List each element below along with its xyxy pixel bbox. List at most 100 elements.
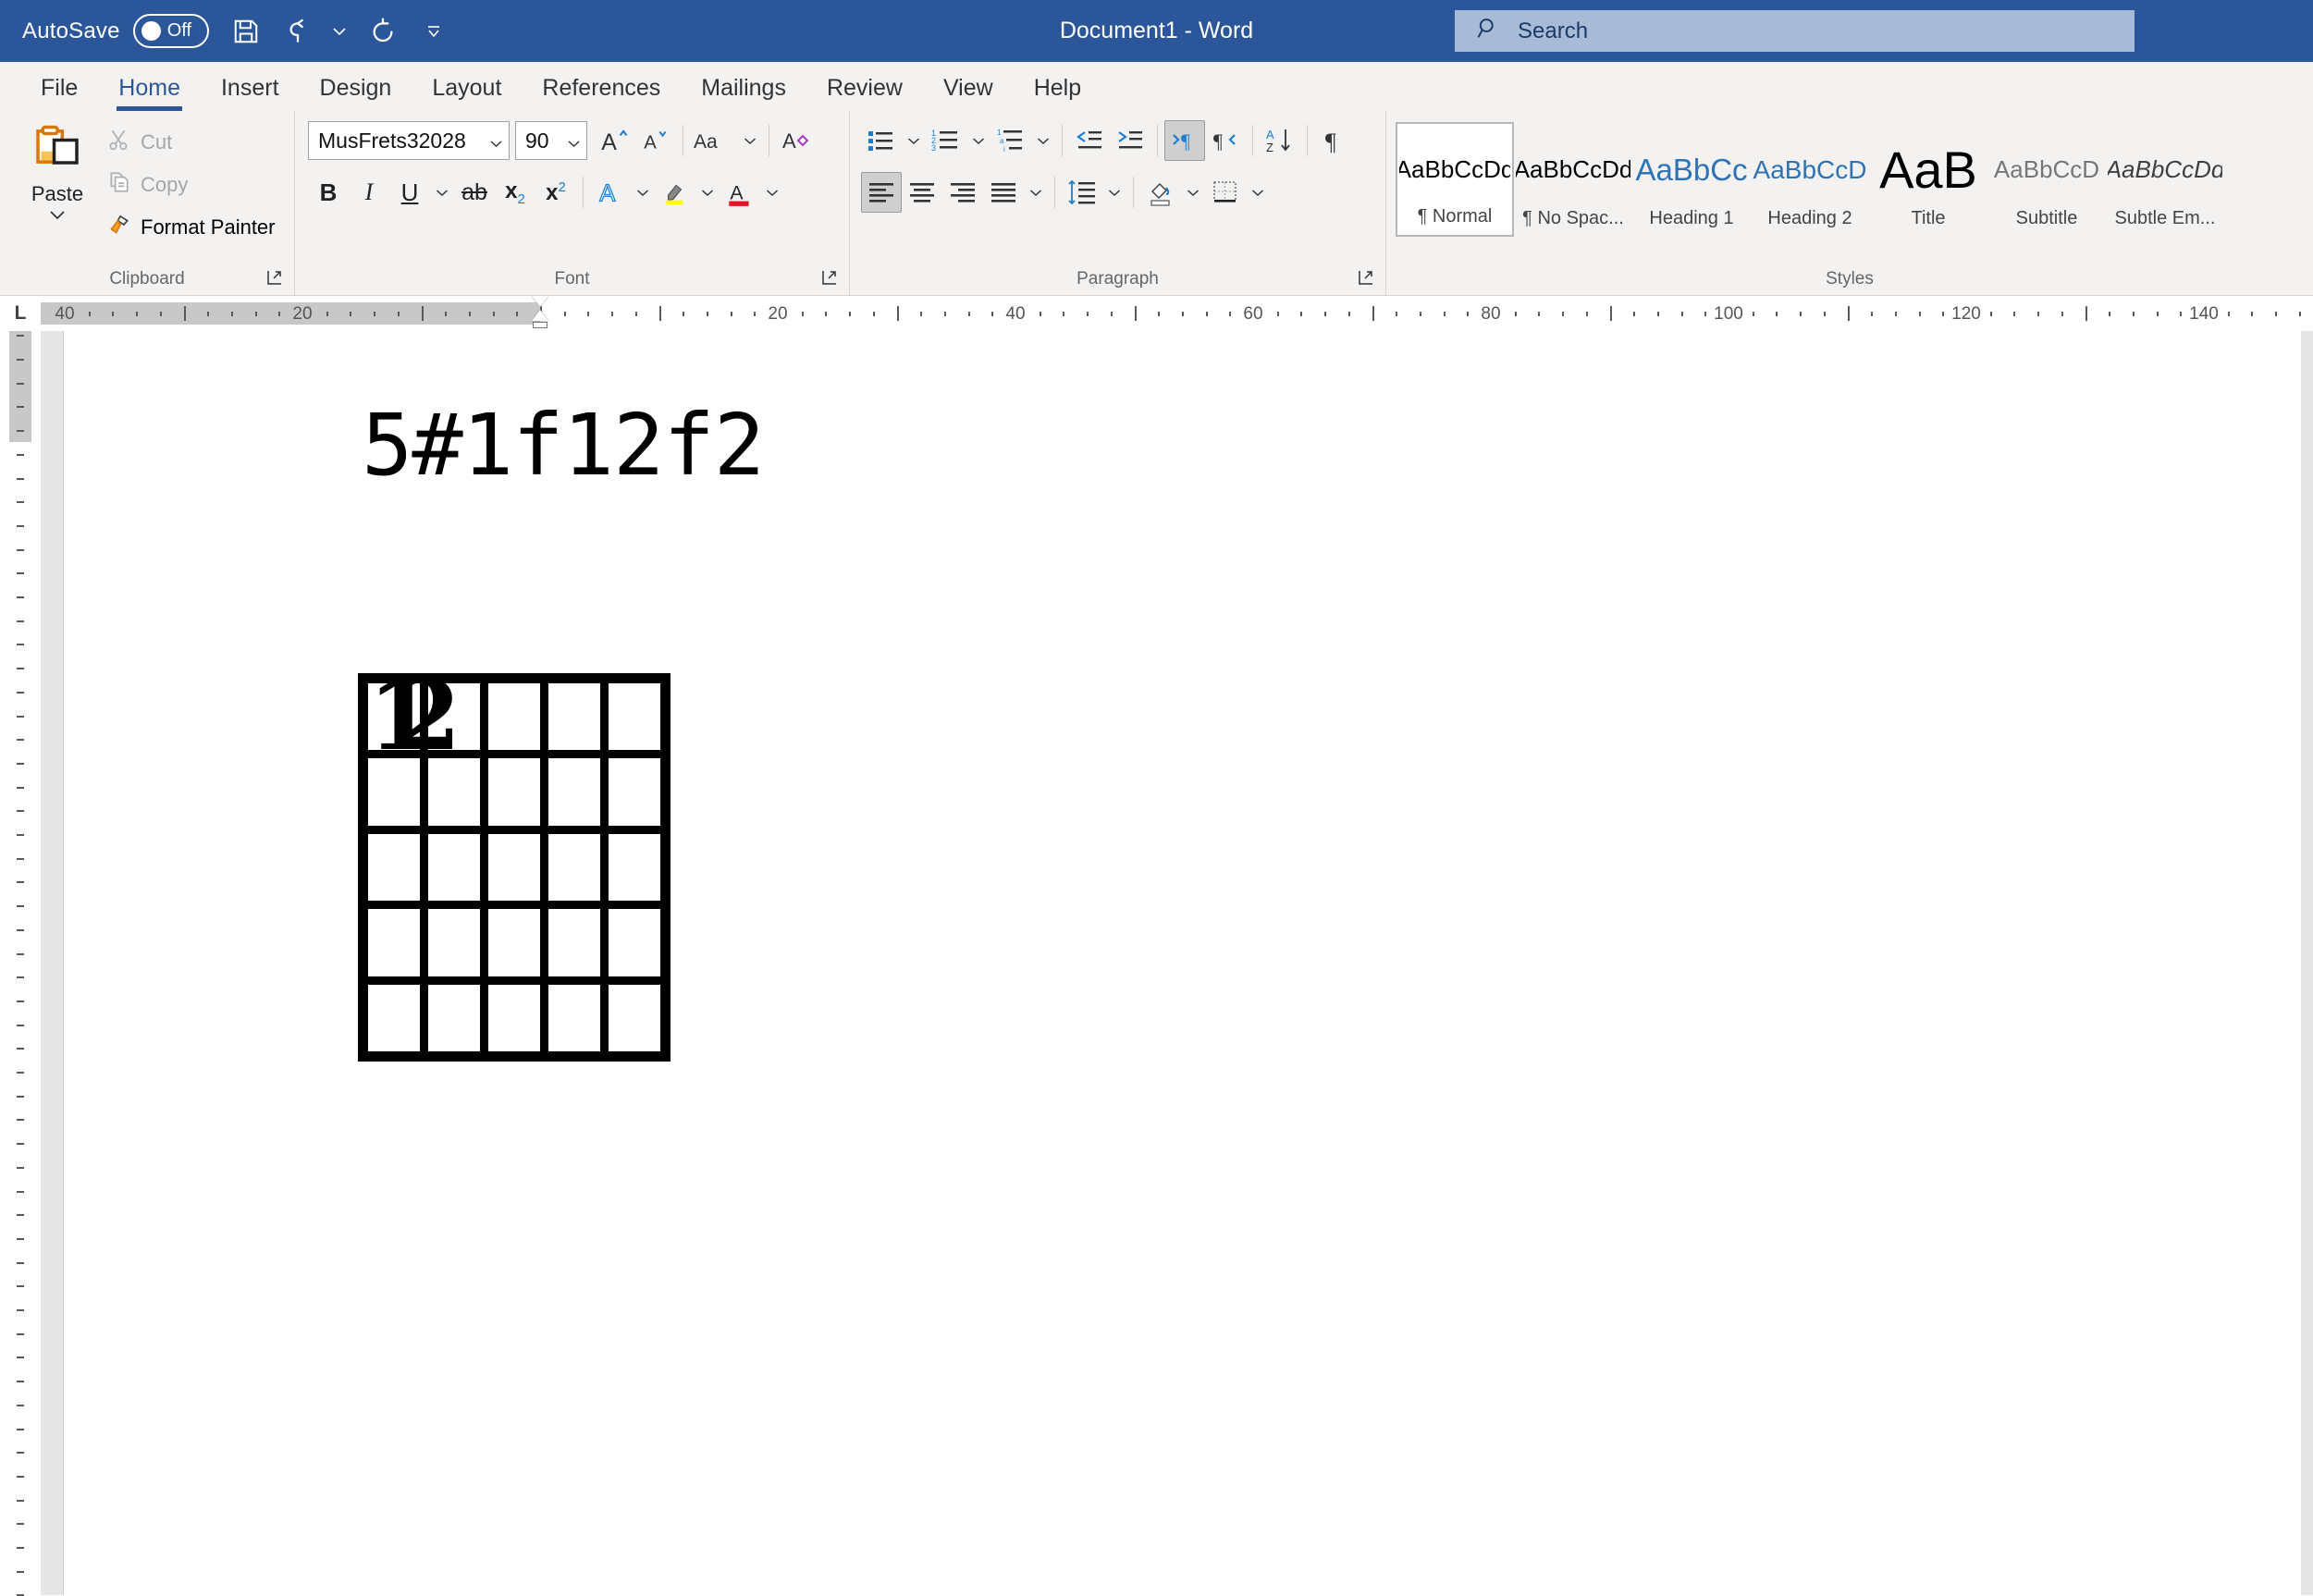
text-effects-icon[interactable]: A [590,172,631,213]
font-color-icon[interactable]: A [720,172,760,213]
cut-button[interactable]: Cut [107,124,283,161]
tab-layout[interactable]: Layout [412,77,522,111]
document-body-text[interactable]: 5#1f12f2 [362,403,765,488]
text-highlight-icon[interactable] [655,172,695,213]
paste-chevron-down-icon[interactable] [49,208,66,225]
paste-button[interactable]: Paste [13,120,102,246]
hanging-indent-marker[interactable] [532,310,548,321]
decrease-indent-icon[interactable] [1069,120,1110,161]
ribbon-group-font: MusFrets32028 90 A A Aa A B I U ab x2 x2… [294,111,849,295]
justify-icon[interactable] [983,172,1024,213]
underline-chevron-down-icon[interactable] [430,172,454,213]
justify-chevron-down-icon[interactable] [1024,172,1048,213]
first-line-indent-marker[interactable] [532,296,548,307]
line-spacing-icon[interactable] [1062,172,1102,213]
clear-formatting-icon[interactable]: A [776,120,817,161]
left-to-right-text-icon[interactable]: ¶ [1164,120,1205,161]
bullets-chevron-down-icon[interactable] [902,120,926,161]
document-page[interactable]: 5#1f12f2 1 2 [63,331,2301,1595]
style-item-subtitle[interactable]: AaBbCcD Subtitle [1987,122,2106,237]
tab-help[interactable]: Help [1014,77,1101,111]
underline-icon[interactable]: U [389,172,430,213]
autosave-toggle[interactable]: Off [132,14,209,48]
align-left-icon[interactable] [861,172,902,213]
increase-indent-icon[interactable] [1110,120,1150,161]
copy-button[interactable]: Copy [107,166,283,203]
fret-diagram[interactable]: 1 2 [358,673,671,1062]
subscript-icon[interactable]: x2 [495,172,535,213]
tab-stop-selector[interactable]: L [0,296,41,331]
ruler-tick [1372,306,1374,321]
font-color-chevron-down-icon[interactable] [760,172,784,213]
sort-icon[interactable]: A Z [1260,120,1300,161]
vertical-ruler[interactable] [0,331,41,1596]
highlight-chevron-down-icon[interactable] [695,172,720,213]
show-formatting-marks-icon[interactable]: ¶ [1314,120,1355,161]
italic-icon[interactable]: I [349,172,389,213]
font-size-chevron-down-icon[interactable] [567,129,581,153]
search-box[interactable]: Search [1455,10,2135,52]
change-case-icon[interactable]: Aa [690,120,738,161]
clipboard-dialog-launcher-icon[interactable] [265,267,285,288]
style-preview: AaBbCcD [1993,155,2100,183]
fret-cell [548,984,600,1051]
save-icon[interactable] [222,7,270,55]
shading-chevron-down-icon[interactable] [1181,172,1205,213]
numbering-chevron-down-icon[interactable] [966,120,990,161]
ruler-tick [1562,312,1565,316]
font-dialog-launcher-icon[interactable] [819,267,840,288]
tab-view[interactable]: View [923,77,1014,111]
format-painter-button[interactable]: Format Painter [107,209,283,246]
style-item-heading-2[interactable]: AaBbCcD Heading 2 [1751,122,1869,237]
customize-qat-icon[interactable] [420,7,448,55]
style-item-heading-1[interactable]: AaBbCc Heading 1 [1632,122,1751,237]
change-case-chevron-down-icon[interactable] [738,120,762,161]
tab-mailings[interactable]: Mailings [681,77,806,111]
style-item-title[interactable]: AaB Title [1869,122,1987,237]
shrink-font-icon[interactable]: A [635,120,676,161]
numbering-icon[interactable]: 1 2 3 [926,120,966,161]
document-scroll-area[interactable]: 5#1f12f2 1 2 [41,331,2313,1595]
tab-home[interactable]: Home [98,77,201,111]
grow-font-icon[interactable]: A [595,120,635,161]
font-size-input[interactable]: 90 [515,121,587,160]
tab-references[interactable]: References [522,77,681,111]
font-name-input[interactable]: MusFrets32028 [308,121,510,160]
ruler-tick [967,312,970,316]
superscript-icon[interactable]: x2 [535,172,576,213]
text-effects-chevron-down-icon[interactable] [631,172,655,213]
svg-text:A: A [730,181,744,203]
left-indent-marker[interactable] [533,322,547,328]
borders-chevron-down-icon[interactable] [1246,172,1270,213]
style-item-no-spacing[interactable]: AaBbCcDd ¶ No Spac... [1514,122,1632,237]
strikethrough-icon[interactable]: ab [454,172,495,213]
borders-icon[interactable] [1205,172,1246,213]
tab-insert[interactable]: Insert [201,77,300,111]
multilevel-chevron-down-icon[interactable] [1031,120,1055,161]
paragraph-dialog-launcher-icon[interactable] [1356,267,1376,288]
style-item-normal[interactable]: AaBbCcDd ¶ Normal [1396,122,1514,237]
ruler-tick [1158,312,1161,316]
ruler-tick [943,312,946,316]
tab-file[interactable]: File [20,77,98,111]
undo-icon[interactable] [277,7,326,55]
bullets-icon[interactable] [861,120,902,161]
undo-dropdown-chevron-down-icon[interactable] [326,7,353,55]
svg-text:A: A [782,129,796,153]
right-to-left-text-icon[interactable]: ¶ [1205,120,1246,161]
tab-review[interactable]: Review [806,77,923,111]
bold-icon[interactable]: B [308,172,349,213]
tab-design[interactable]: Design [300,77,412,111]
style-item-subtle-emphasis[interactable]: AaBbCcDd Subtle Em... [2106,122,2224,237]
horizontal-ruler-track[interactable]: 40 20 20 40 60 80 100 120 140 [41,296,2313,331]
align-center-icon[interactable] [902,172,942,213]
horizontal-ruler[interactable]: L 40 20 20 40 60 80 100 120 140 [0,296,2313,331]
align-right-icon[interactable] [942,172,983,213]
redo-icon[interactable] [359,7,407,55]
shading-icon[interactable] [1140,172,1181,213]
font-name-chevron-down-icon[interactable] [489,129,503,153]
fret-cell [488,833,540,902]
line-spacing-chevron-down-icon[interactable] [1102,172,1126,213]
multilevel-list-icon[interactable]: 1 a i [990,120,1031,161]
ruler-tick [492,312,495,316]
